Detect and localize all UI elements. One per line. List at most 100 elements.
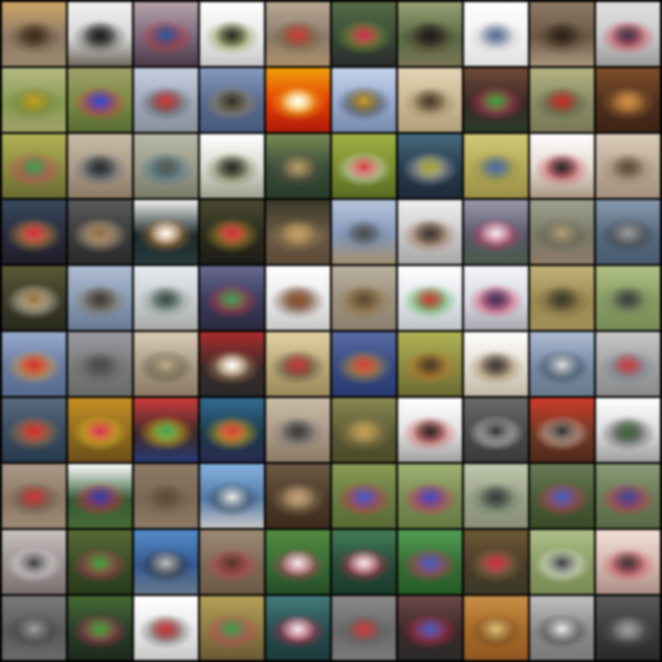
sample-tile-r2-c3 (134, 68, 198, 132)
sample-tile-r10-c1 (2, 596, 66, 660)
sample-tile-r8-c2 (68, 464, 132, 528)
sample-tile-r6-c3 (134, 332, 198, 396)
sample-tile-r7-c4 (200, 398, 264, 462)
sample-tile-r7-c8 (464, 398, 528, 462)
sample-tile-r10-c3 (134, 596, 198, 660)
sample-tile-r7-c1 (2, 398, 66, 462)
sample-tile-r2-c4 (200, 68, 264, 132)
sample-tile-r10-c4 (200, 596, 264, 660)
sample-tile-r5-c4 (200, 266, 264, 330)
sample-tile-r5-c7 (398, 266, 462, 330)
sample-tile-r3-c6 (332, 134, 396, 198)
sample-tile-r3-c8 (464, 134, 528, 198)
sample-tile-r1-c9 (530, 2, 594, 66)
sample-tile-r4-c2 (68, 200, 132, 264)
sample-tile-r5-c5 (266, 266, 330, 330)
sample-tile-r10-c10 (596, 596, 660, 660)
sample-tile-r1-c2 (68, 2, 132, 66)
sample-tile-r3-c7 (398, 134, 462, 198)
sample-tile-r1-c1 (2, 2, 66, 66)
sample-tile-r1-c8 (464, 2, 528, 66)
sample-tile-r9-c9 (530, 530, 594, 594)
sample-tile-r7-c3 (134, 398, 198, 462)
sample-tile-r3-c4 (200, 134, 264, 198)
sample-tile-r5-c3 (134, 266, 198, 330)
image-grid (0, 0, 662, 662)
sample-tile-r1-c3 (134, 2, 198, 66)
sample-tile-r3-c5 (266, 134, 330, 198)
sample-tile-r5-c8 (464, 266, 528, 330)
sample-tile-r6-c8 (464, 332, 528, 396)
sample-tile-r2-c9 (530, 68, 594, 132)
sample-tile-r10-c8 (464, 596, 528, 660)
sample-tile-r3-c3 (134, 134, 198, 198)
sample-tile-r6-c9 (530, 332, 594, 396)
sample-tile-r2-c1 (2, 68, 66, 132)
sample-tile-r5-c1 (2, 266, 66, 330)
sample-tile-r1-c7 (398, 2, 462, 66)
sample-tile-r10-c5 (266, 596, 330, 660)
sample-tile-r7-c2 (68, 398, 132, 462)
sample-tile-r4-c6 (332, 200, 396, 264)
sample-tile-r9-c8 (464, 530, 528, 594)
sample-tile-r6-c2 (68, 332, 132, 396)
sample-tile-r8-c9 (530, 464, 594, 528)
sample-tile-r3-c9 (530, 134, 594, 198)
sample-tile-r1-c6 (332, 2, 396, 66)
sample-tile-r8-c1 (2, 464, 66, 528)
sample-tile-r7-c7 (398, 398, 462, 462)
sample-tile-r2-c6 (332, 68, 396, 132)
sample-tile-r7-c6 (332, 398, 396, 462)
sample-tile-r4-c8 (464, 200, 528, 264)
sample-tile-r9-c7 (398, 530, 462, 594)
sample-tile-r9-c3 (134, 530, 198, 594)
sample-tile-r1-c4 (200, 2, 264, 66)
sample-tile-r6-c6 (332, 332, 396, 396)
sample-tile-r9-c2 (68, 530, 132, 594)
sample-tile-r5-c10 (596, 266, 660, 330)
sample-tile-r7-c5 (266, 398, 330, 462)
sample-tile-r8-c6 (332, 464, 396, 528)
sample-tile-r4-c1 (2, 200, 66, 264)
sample-tile-r4-c10 (596, 200, 660, 264)
sample-tile-r2-c2 (68, 68, 132, 132)
sample-tile-r2-c10 (596, 68, 660, 132)
sample-tile-r3-c1 (2, 134, 66, 198)
sample-tile-r6-c1 (2, 332, 66, 396)
sample-tile-r3-c2 (68, 134, 132, 198)
sample-tile-r9-c5 (266, 530, 330, 594)
sample-tile-r5-c2 (68, 266, 132, 330)
sample-tile-r10-c9 (530, 596, 594, 660)
sample-tile-r9-c10 (596, 530, 660, 594)
sample-tile-r8-c3 (134, 464, 198, 528)
sample-tile-r6-c7 (398, 332, 462, 396)
sample-tile-r4-c7 (398, 200, 462, 264)
sample-tile-r10-c7 (398, 596, 462, 660)
sample-tile-r6-c4 (200, 332, 264, 396)
sample-tile-r8-c8 (464, 464, 528, 528)
sample-tile-r4-c9 (530, 200, 594, 264)
sample-tile-r9-c4 (200, 530, 264, 594)
sample-tile-r3-c10 (596, 134, 660, 198)
sample-tile-r4-c4 (200, 200, 264, 264)
sample-tile-r5-c6 (332, 266, 396, 330)
sample-tile-r8-c10 (596, 464, 660, 528)
sample-tile-r4-c5 (266, 200, 330, 264)
sample-tile-r7-c9 (530, 398, 594, 462)
sample-tile-r8-c4 (200, 464, 264, 528)
sample-tile-r10-c2 (68, 596, 132, 660)
sample-tile-r5-c9 (530, 266, 594, 330)
sample-tile-r7-c10 (596, 398, 660, 462)
sample-tile-r1-c10 (596, 2, 660, 66)
sample-tile-r6-c10 (596, 332, 660, 396)
sample-tile-r8-c7 (398, 464, 462, 528)
sample-tile-r6-c5 (266, 332, 330, 396)
sample-tile-r9-c1 (2, 530, 66, 594)
sample-tile-r8-c5 (266, 464, 330, 528)
sample-tile-r2-c7 (398, 68, 462, 132)
sample-tile-r4-c3 (134, 200, 198, 264)
sample-tile-r1-c5 (266, 2, 330, 66)
sample-tile-r10-c6 (332, 596, 396, 660)
sample-tile-r9-c6 (332, 530, 396, 594)
sample-tile-r2-c5 (266, 68, 330, 132)
